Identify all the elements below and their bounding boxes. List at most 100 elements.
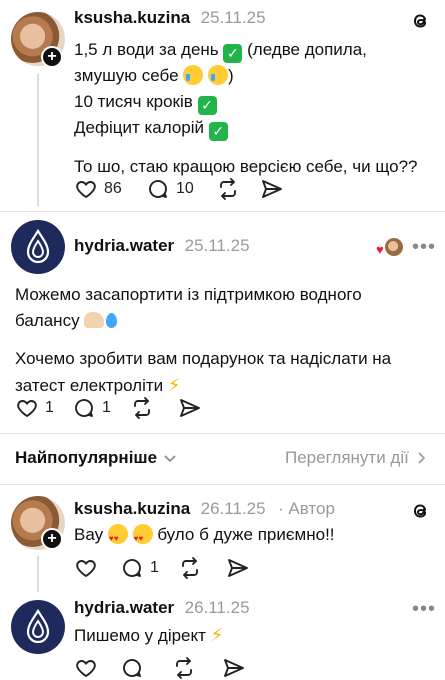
comment2-date: 26.11.25 [184, 598, 250, 617]
threads-icon[interactable] [411, 500, 431, 522]
repost-button[interactable] [172, 656, 222, 680]
crying-emoji-icon [183, 65, 204, 85]
reply1-header: hydria.water 25.11.25 [74, 236, 250, 256]
reply-button[interactable] [120, 656, 172, 680]
heart-icon [76, 560, 96, 578]
comment2-actions [74, 656, 246, 680]
lightning-emoji-icon: ⚡ [167, 375, 181, 395]
like-count: 1 [45, 399, 54, 416]
reply1-body: Можемо засапортити із підтримкою водного… [15, 282, 435, 399]
sort-dropdown[interactable]: Найпопулярніше [15, 448, 177, 468]
threads-icon[interactable] [411, 10, 431, 32]
reply1-username[interactable]: hydria.water [74, 236, 174, 255]
post-line-1: 1,5 л води за день [74, 40, 219, 59]
share-button[interactable] [226, 556, 250, 580]
like-button[interactable] [74, 656, 120, 680]
share-icon [262, 180, 282, 198]
reply-count: 1 [102, 399, 111, 416]
author-badge: · Автор [278, 499, 335, 518]
reply1-line-1: Можемо засапортити із підтримкою водного [15, 285, 362, 304]
repost-button[interactable] [130, 396, 178, 420]
heart-icon [76, 660, 96, 678]
heart-icon [76, 181, 96, 199]
reply1-date: 25.11.25 [184, 236, 250, 255]
water-drop-logo-icon [26, 228, 50, 264]
comment1-text-end: було б дуже приємно!! [157, 525, 335, 544]
heart-icon [17, 400, 37, 418]
chevron-down-icon [164, 455, 176, 463]
comment1-header: ksusha.kuzina 26.11.25 · Автор [74, 499, 335, 519]
view-activity-label: Переглянути дії [285, 448, 409, 467]
lightning-emoji-icon: ⚡ [210, 625, 224, 645]
post-line-2: змушую себе [74, 66, 179, 85]
reply-button[interactable]: 1 [120, 556, 178, 580]
divider [0, 484, 445, 485]
post-line-4: Дефіцит калорій [74, 118, 205, 137]
post-line-2-tail: ) [228, 66, 234, 85]
comment-icon [75, 399, 93, 417]
more-options-icon[interactable]: ••• [412, 236, 436, 259]
avatar-hydria[interactable] [11, 220, 65, 274]
repost-button[interactable] [178, 556, 226, 580]
comment-icon [149, 180, 167, 198]
repost-icon [220, 178, 236, 200]
like-button[interactable]: 1 [15, 396, 72, 420]
reply1-actions: 1 1 [15, 396, 202, 420]
liker-avatar [385, 238, 403, 256]
reply-count: 10 [176, 180, 194, 197]
divider [0, 211, 445, 212]
post-actions: 86 10 [74, 177, 284, 201]
repost-icon [134, 397, 150, 419]
sort-label: Найпопулярніше [15, 448, 158, 467]
post-username[interactable]: ksusha.kuzina [74, 8, 190, 27]
share-icon [180, 399, 200, 417]
reply1-line-4: затест електроліти [15, 376, 164, 395]
post-date: 25.11.25 [200, 8, 266, 27]
repost-icon [176, 657, 192, 679]
like-count: 86 [104, 180, 122, 197]
check-mark-icon: ✓ [208, 122, 228, 141]
view-activity-link[interactable]: Переглянути дії [285, 448, 427, 468]
comment1-body: Вау було б дуже приємно!! [74, 522, 335, 552]
like-button[interactable] [74, 556, 120, 580]
share-icon [224, 659, 244, 677]
post-line-1-tail: (ледве допила, [247, 40, 367, 59]
reply1-line-3: Хочемо зробити вам подарунок та надіслат… [15, 349, 392, 368]
comment1-date: 26.11.25 [200, 499, 266, 518]
follow-plus-icon[interactable]: + [41, 528, 63, 550]
reply1-line-2: балансу [15, 311, 80, 330]
flexed-biceps-emoji-icon [84, 312, 105, 328]
comment2-text: Пишемо у дірект [74, 626, 206, 645]
chevron-right-icon [418, 452, 425, 464]
divider [0, 433, 445, 434]
share-icon [228, 559, 248, 577]
liked-heart-icon: ♥ [376, 242, 384, 257]
more-options-icon[interactable]: ••• [412, 598, 436, 621]
follow-plus-icon[interactable]: + [41, 46, 63, 68]
crying-emoji-icon [208, 65, 229, 85]
post-line-3: 10 тисяч кроків [74, 92, 193, 111]
comment-icon [123, 659, 141, 677]
avatar-hydria[interactable] [11, 600, 65, 654]
repost-icon [182, 557, 198, 579]
comment2-header: hydria.water 26.11.25 [74, 598, 250, 618]
share-button[interactable] [260, 177, 284, 201]
comment1-actions: 1 [74, 556, 250, 580]
like-button[interactable]: 86 [74, 177, 146, 201]
heart-eyes-emoji-icon [132, 524, 153, 552]
comment1-username[interactable]: ksusha.kuzina [74, 499, 190, 518]
droplet-emoji-icon [106, 313, 118, 328]
repost-button[interactable] [216, 177, 260, 201]
share-button[interactable] [178, 396, 202, 420]
thread-line [37, 556, 39, 592]
reply-count: 1 [150, 559, 159, 576]
thread-line [37, 74, 39, 206]
share-button[interactable] [222, 656, 246, 680]
post-body: 1,5 л води за день ✓ (ледве допила, змуш… [74, 37, 434, 180]
reply-button[interactable]: 10 [146, 177, 216, 201]
comment1-text-start: Вау [74, 525, 104, 544]
reply-button[interactable]: 1 [72, 396, 130, 420]
check-mark-icon: ✓ [223, 44, 243, 63]
water-drop-logo-icon [26, 608, 50, 644]
comment2-username[interactable]: hydria.water [74, 598, 174, 617]
